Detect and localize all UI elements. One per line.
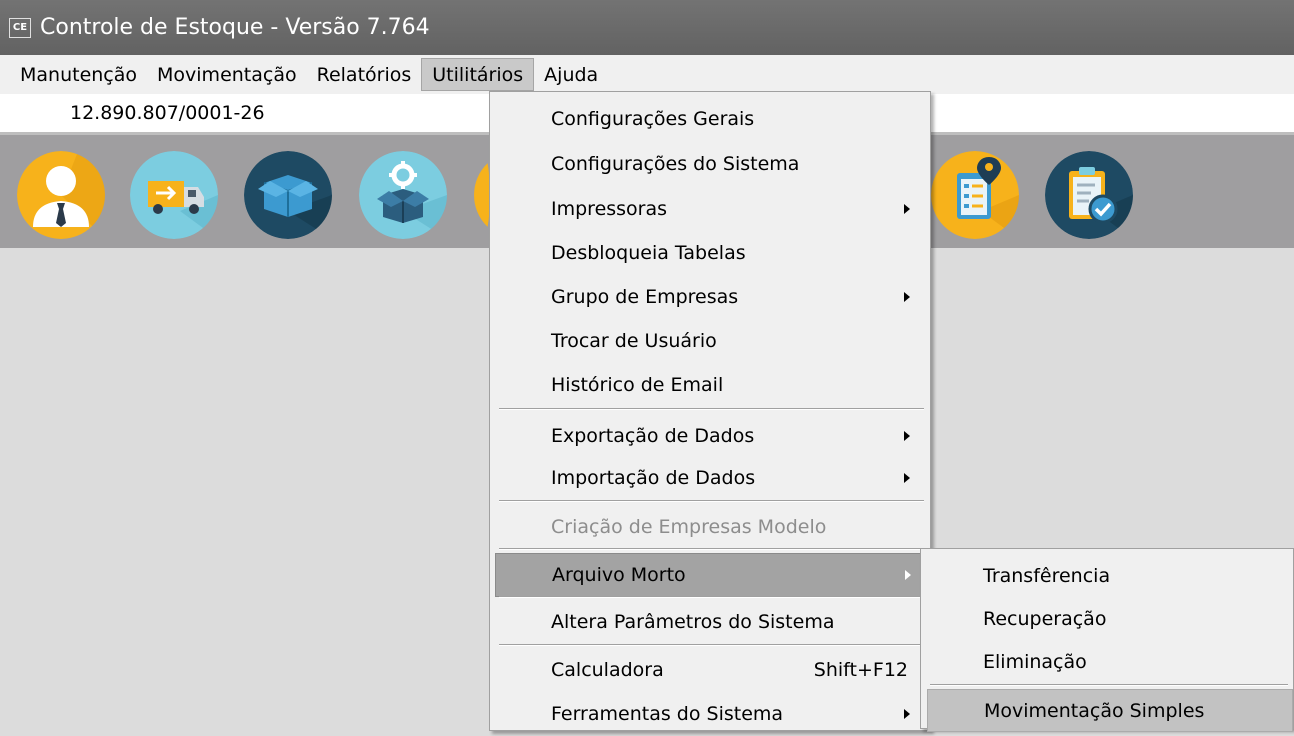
- menu-separator: [499, 596, 924, 598]
- menu-item-calculadora[interactable]: Calculadora Shift+F12: [490, 648, 930, 692]
- box-gear-icon[interactable]: [359, 151, 447, 239]
- menu-movimentacao[interactable]: Movimentação: [147, 58, 307, 91]
- arquivo-morto-submenu: Transfêrencia Recuperação Eliminação Mov…: [920, 548, 1294, 732]
- window-title: Controle de Estoque - Versão 7.764: [40, 15, 430, 40]
- menu-utilitarios[interactable]: Utilitários: [421, 58, 535, 91]
- menu-separator: [930, 684, 1288, 686]
- partial-icon[interactable]: [474, 151, 490, 239]
- menu-item-label: Trocar de Usuário: [551, 330, 717, 352]
- menu-item-desbloqueia-tabelas[interactable]: Desbloqueia Tabelas: [490, 231, 930, 275]
- menu-item-label: Ferramentas do Sistema: [551, 703, 784, 725]
- checklist-location-icon[interactable]: [931, 151, 1019, 239]
- utilitarios-menu: Configurações Gerais Configurações do Si…: [489, 91, 931, 731]
- menu-item-label: Altera Parâmetros do Sistema: [551, 611, 835, 633]
- menu-item-label: Criação de Empresas Modelo: [551, 516, 827, 538]
- submenu-arrow-icon: [904, 431, 910, 441]
- menu-item-shortcut: Shift+F12: [813, 659, 908, 681]
- menu-item-label: Desbloqueia Tabelas: [551, 242, 746, 264]
- menu-item-criacao-empresas-modelo: Criação de Empresas Modelo: [490, 505, 930, 549]
- menu-item-label: Grupo de Empresas: [551, 286, 739, 308]
- menu-item-label: Transfêrencia: [983, 564, 1111, 587]
- submenu-arrow-icon: [904, 473, 910, 483]
- submenu-item-transferencia[interactable]: Transfêrencia: [921, 554, 1293, 597]
- menu-separator: [499, 548, 924, 550]
- submenu-arrow-icon: [905, 570, 911, 580]
- menu-item-grupo-empresas[interactable]: Grupo de Empresas: [490, 275, 930, 319]
- box-icon[interactable]: [244, 151, 332, 239]
- menu-item-label: Eliminação: [983, 650, 1087, 673]
- company-cnpj: 12.890.807/0001-26: [70, 102, 265, 124]
- menu-item-label: Impressoras: [551, 198, 668, 220]
- menu-item-altera-parametros[interactable]: Altera Parâmetros do Sistema: [490, 600, 930, 644]
- menu-item-configuracoes-sistema[interactable]: Configurações do Sistema: [490, 142, 930, 186]
- app-icon[interactable]: CE: [9, 17, 31, 38]
- submenu-arrow-icon: [904, 292, 910, 302]
- menu-item-configuracoes-gerais[interactable]: Configurações Gerais: [490, 97, 930, 141]
- submenu-item-recuperacao[interactable]: Recuperação: [921, 597, 1293, 640]
- menu-item-label: Calculadora: [551, 659, 664, 681]
- title-bar: CE Controle de Estoque - Versão 7.764: [0, 0, 1294, 55]
- delivery-truck-icon[interactable]: [130, 151, 218, 239]
- menu-bar: Manutenção Movimentação Relatórios Utili…: [0, 55, 1294, 94]
- menu-item-label: Histórico de Email: [551, 374, 724, 396]
- submenu-arrow-icon: [904, 709, 910, 719]
- menu-item-label: Recuperação: [983, 607, 1107, 630]
- menu-item-label: Movimentação Simples: [984, 699, 1205, 722]
- menu-item-importacao-dados[interactable]: Importação de Dados: [490, 456, 930, 500]
- menu-item-label: Exportação de Dados: [551, 425, 755, 447]
- menu-item-impressoras[interactable]: Impressoras: [490, 187, 930, 231]
- menu-item-label: Configurações Gerais: [551, 108, 755, 130]
- menu-item-trocar-usuario[interactable]: Trocar de Usuário: [490, 319, 930, 363]
- menu-item-label: Importação de Dados: [551, 467, 756, 489]
- menu-item-arquivo-morto[interactable]: Arquivo Morto: [495, 553, 926, 597]
- menu-relatorios[interactable]: Relatórios: [307, 58, 422, 91]
- clipboard-check-icon[interactable]: [1045, 151, 1133, 239]
- menu-separator: [499, 644, 924, 646]
- user-icon[interactable]: [17, 151, 105, 239]
- submenu-item-movimentacao-simples[interactable]: Movimentação Simples: [927, 689, 1293, 732]
- submenu-item-eliminacao[interactable]: Eliminação: [921, 640, 1293, 683]
- menu-manutencao[interactable]: Manutenção: [10, 58, 147, 91]
- menu-ajuda[interactable]: Ajuda: [534, 58, 608, 91]
- menu-separator: [499, 408, 924, 410]
- menu-item-label: Arquivo Morto: [552, 564, 686, 586]
- submenu-arrow-icon: [904, 204, 910, 214]
- menu-item-exportacao-dados[interactable]: Exportação de Dados: [490, 414, 930, 458]
- menu-item-label: Configurações do Sistema: [551, 153, 800, 175]
- menu-item-historico-email[interactable]: Histórico de Email: [490, 363, 930, 407]
- menu-separator: [499, 500, 924, 502]
- menu-item-ferramentas-sistema[interactable]: Ferramentas do Sistema: [490, 692, 930, 736]
